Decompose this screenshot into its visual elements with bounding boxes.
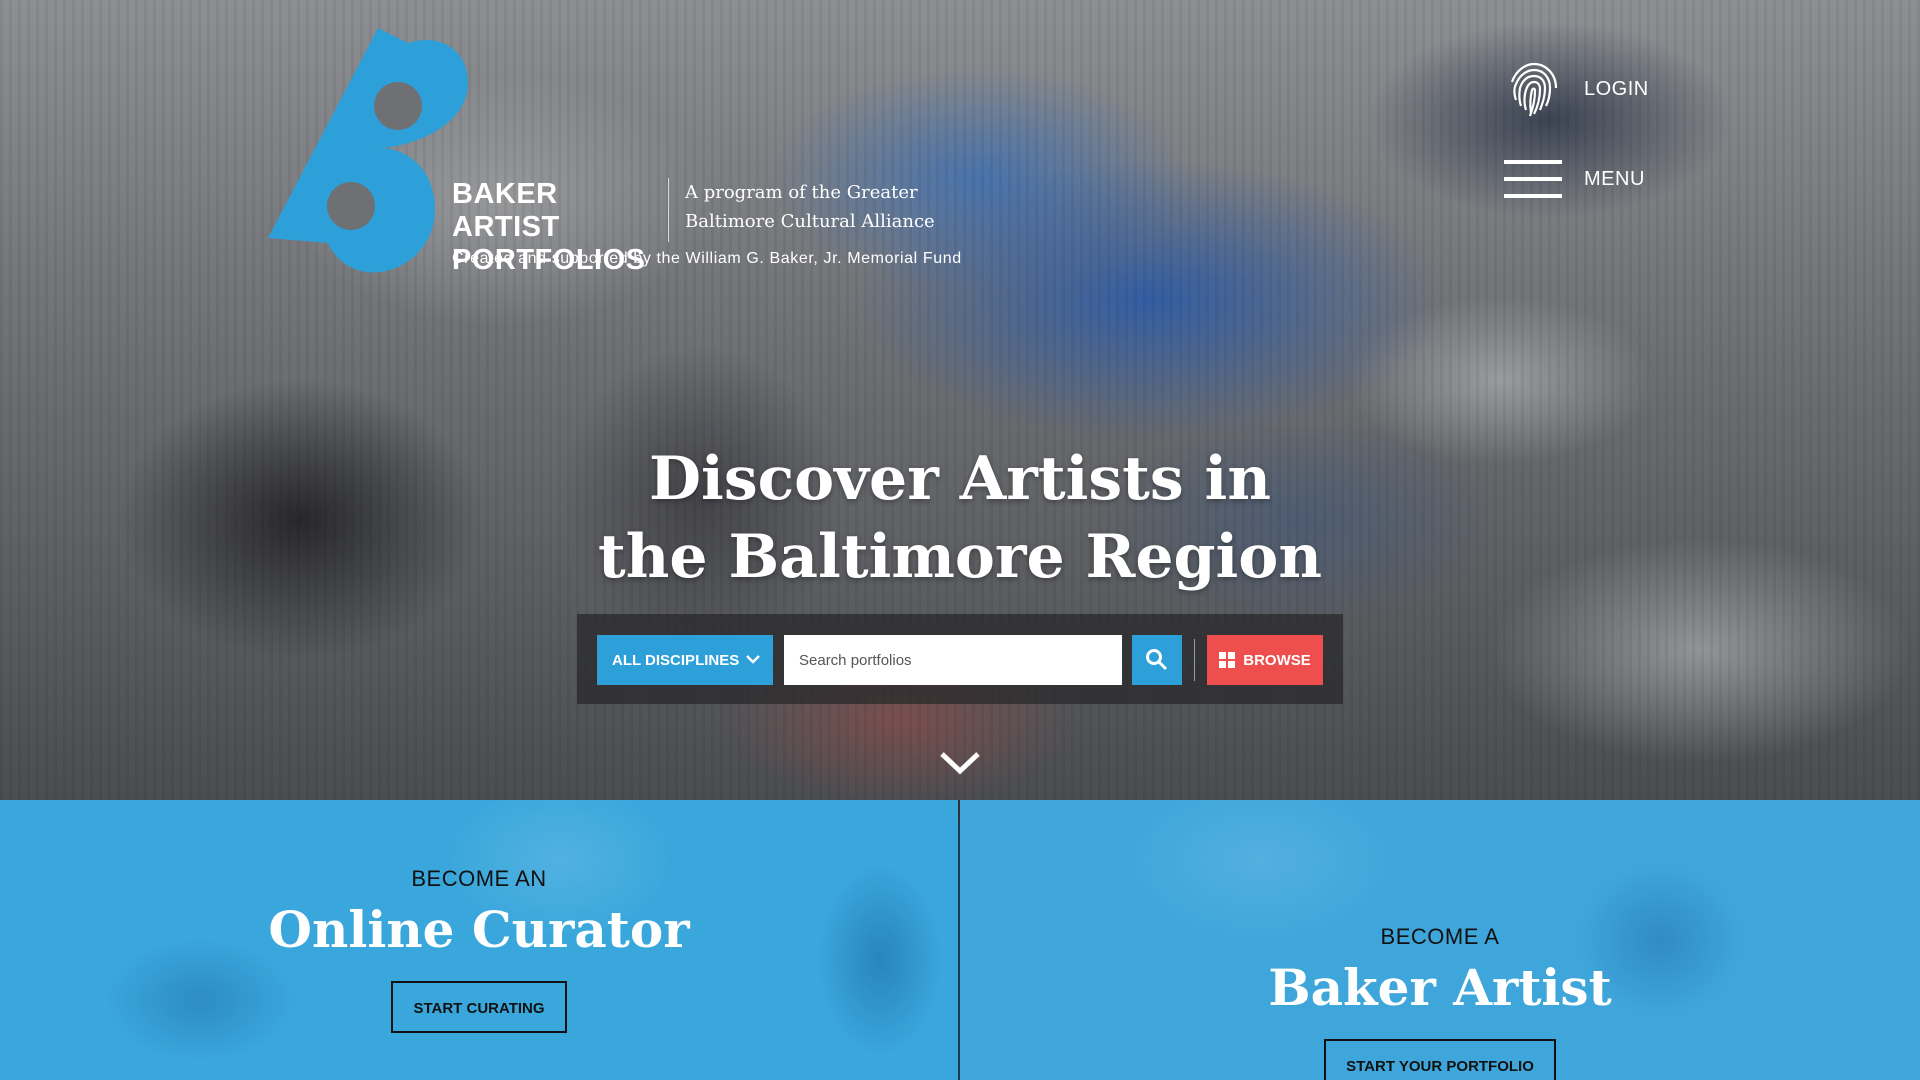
chevron-down-icon [746, 655, 760, 664]
browse-label: BROWSE [1243, 651, 1311, 669]
fingerprint-icon [1510, 62, 1558, 117]
curator-title: Online Curator [268, 900, 690, 959]
login-label: LOGIN [1584, 77, 1649, 100]
brand-program: A program of the Greater Baltimore Cultu… [685, 178, 965, 236]
brand-program-line1: A program of the Greater [685, 182, 918, 203]
scroll-down-chevron-icon[interactable] [938, 750, 982, 776]
brand-divider [668, 178, 669, 242]
hero-headline: Discover Artists in the Baltimore Region [0, 440, 1920, 596]
grid-icon [1219, 652, 1236, 668]
brand-program-line2: Baltimore Cultural Alliance [685, 211, 935, 232]
hamburger-icon [1504, 160, 1562, 198]
brand-fund-tagline: Created and supported by the William G. … [452, 250, 962, 267]
search-divider [1194, 639, 1195, 681]
brand-name-line1: BAKER ARTIST [452, 178, 560, 243]
artist-panel: BECOME A Baker Artist START YOUR PORTFOL… [960, 800, 1920, 1080]
search-icon [1146, 649, 1168, 671]
curator-panel: BECOME AN Online Curator START CURATING [0, 800, 958, 1080]
menu-label: MENU [1584, 167, 1645, 190]
search-button[interactable] [1132, 635, 1182, 685]
menu-button[interactable]: MENU [1504, 160, 1645, 198]
discipline-label: ALL DISCIPLINES [612, 651, 740, 669]
start-curating-button[interactable]: START CURATING [391, 981, 567, 1033]
baker-logo-icon[interactable] [268, 28, 473, 273]
curator-pretitle: BECOME AN [411, 866, 547, 891]
hero-headline-line2: the Baltimore Region [598, 522, 1322, 592]
start-portfolio-button[interactable]: START YOUR PORTFOLIO [1324, 1039, 1556, 1080]
search-input[interactable] [784, 635, 1122, 685]
discipline-dropdown[interactable]: ALL DISCIPLINES [597, 635, 773, 685]
browse-button[interactable]: BROWSE [1207, 635, 1323, 685]
login-link[interactable]: LOGIN [1504, 60, 1649, 118]
artist-pretitle: BECOME A [1380, 924, 1500, 949]
artist-title: Baker Artist [1268, 958, 1612, 1017]
hero-headline-line1: Discover Artists in [649, 444, 1271, 514]
search-bar: ALL DISCIPLINES BROWSE [577, 614, 1343, 704]
